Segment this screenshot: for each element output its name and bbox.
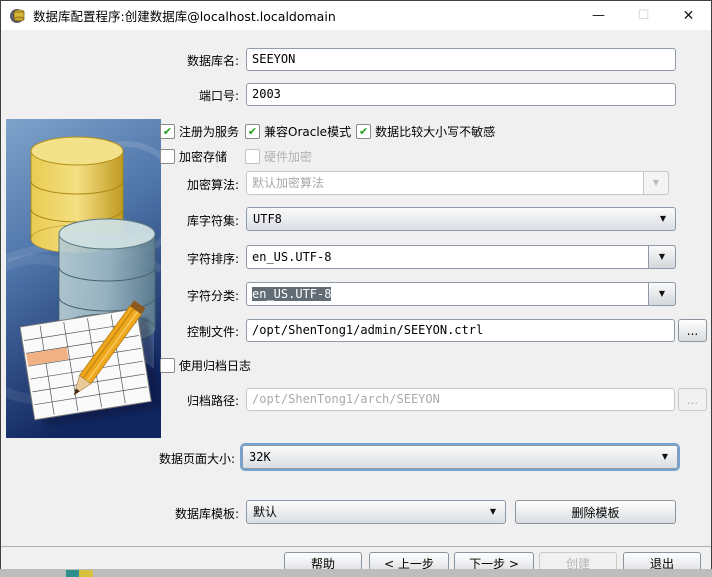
combobox-value: 默认加密算法 xyxy=(252,176,324,190)
desktop-color-accent xyxy=(66,570,79,577)
archive-path-input: /opt/ShenTong1/arch/SEEYON xyxy=(246,388,675,411)
template-combobox[interactable]: 默认 ▼ xyxy=(246,500,506,524)
window-title: 数据库配置程序:创建数据库@localhost.localdomain xyxy=(33,6,336,25)
chevron-down-icon[interactable]: ▼ xyxy=(648,245,676,269)
chevron-down-icon: ▼ xyxy=(490,501,496,523)
dialog-window: 数据库配置程序:创建数据库@localhost.localdomain — ☐ … xyxy=(0,0,712,570)
control-file-browse-button[interactable]: ... xyxy=(678,319,707,342)
checkbox-label: 数据比较大小写不敏感 xyxy=(375,123,495,140)
collation-label: 字符排序: xyxy=(101,250,239,267)
maximize-button: ☐ xyxy=(621,1,666,30)
checkbox-box xyxy=(245,149,260,164)
checkbox-label: 加密存储 xyxy=(179,148,227,165)
minimize-button[interactable]: — xyxy=(576,1,621,30)
check-icon: ✔ xyxy=(248,126,257,137)
encryption-algorithm-label: 加密算法: xyxy=(101,176,239,193)
combobox-value: UTF8 xyxy=(253,212,282,226)
encryption-algorithm-combobox: 默认加密算法 ▼ xyxy=(246,171,669,195)
checkbox-hardware-encryption: 硬件加密 xyxy=(245,148,312,165)
checkbox-label: 使用归档日志 xyxy=(179,357,251,374)
combobox-value: 默认 xyxy=(253,505,277,519)
page-size-label: 数据页面大小: xyxy=(89,450,235,467)
port-input[interactable]: 2003 xyxy=(246,83,676,106)
window-controls: — ☐ ✕ xyxy=(576,1,711,30)
db-charset-label: 库字符集: xyxy=(101,212,239,229)
chevron-down-icon[interactable]: ▼ xyxy=(648,282,676,306)
desktop-background-strip xyxy=(0,569,712,577)
ctype-label: 字符分类: xyxy=(101,287,239,304)
titlebar: 数据库配置程序:创建数据库@localhost.localdomain — ☐ … xyxy=(1,1,711,30)
chevron-down-icon: ▼ xyxy=(662,446,668,468)
delete-template-button[interactable]: 删除模板 xyxy=(515,500,676,524)
template-label: 数据库模板: xyxy=(101,505,239,522)
combobox-value: 32K xyxy=(249,450,271,464)
close-button[interactable]: ✕ xyxy=(666,1,711,30)
checkbox-label: 兼容Oracle模式 xyxy=(264,123,351,140)
checkbox-archive-log[interactable]: 使用归档日志 xyxy=(160,357,251,374)
checkbox-box xyxy=(160,149,175,164)
control-file-input[interactable]: /opt/ShenTong1/admin/SEEYON.ctrl xyxy=(246,319,675,342)
combobox-value: en_US.UTF-8 xyxy=(252,250,331,264)
archive-path-label: 归档路径: xyxy=(101,392,239,409)
checkbox-encrypted-storage[interactable]: 加密存储 xyxy=(160,148,227,165)
control-file-label: 控制文件: xyxy=(101,323,239,340)
db-charset-combobox[interactable]: UTF8 ▼ xyxy=(246,207,676,231)
separator xyxy=(1,546,711,547)
check-icon: ✔ xyxy=(163,126,172,137)
app-icon xyxy=(9,7,26,24)
chevron-down-icon: ▼ xyxy=(643,171,669,195)
checkbox-case-insensitive[interactable]: ✔ 数据比较大小写不敏感 xyxy=(356,123,495,140)
desktop-color-accent xyxy=(79,570,93,577)
ctype-combobox[interactable]: en_US.UTF-8 ▼ xyxy=(246,282,676,306)
page-size-combobox[interactable]: 32K ▼ xyxy=(242,445,678,469)
checkbox-label: 注册为服务 xyxy=(179,123,239,140)
checkbox-box: ✔ xyxy=(245,124,260,139)
check-icon: ✔ xyxy=(359,126,368,137)
checkbox-label: 硬件加密 xyxy=(264,148,312,165)
checkbox-box: ✔ xyxy=(356,124,371,139)
archive-path-browse-button: ... xyxy=(678,388,707,411)
db-name-label: 数据库名: xyxy=(101,52,239,69)
chevron-down-icon: ▼ xyxy=(660,208,666,230)
checkbox-register-service[interactable]: ✔ 注册为服务 xyxy=(160,123,239,140)
port-label: 端口号: xyxy=(101,87,239,104)
combobox-value-selected: en_US.UTF-8 xyxy=(252,287,331,301)
checkbox-box xyxy=(160,358,175,373)
collation-combobox[interactable]: en_US.UTF-8 ▼ xyxy=(246,245,676,269)
checkbox-box: ✔ xyxy=(160,124,175,139)
db-name-input[interactable]: SEEYON xyxy=(246,48,676,71)
database-illustration xyxy=(6,119,161,438)
checkbox-oracle-mode[interactable]: ✔ 兼容Oracle模式 xyxy=(245,123,351,140)
